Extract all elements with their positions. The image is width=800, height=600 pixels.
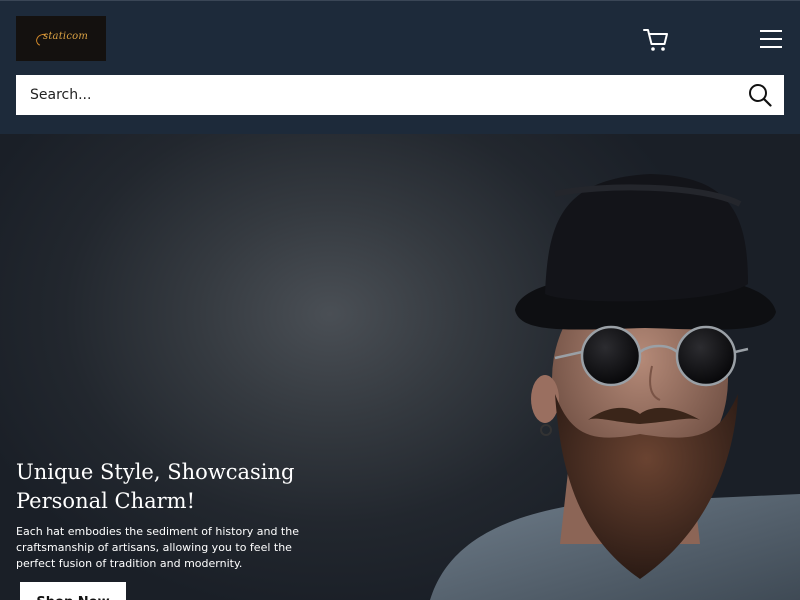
cart-icon [643,29,668,51]
hero-description: Each hat embodies the sediment of histor… [16,525,299,570]
hamburger-menu-icon [760,30,782,48]
search-bar [16,75,784,115]
logo-text: staticom [43,31,89,42]
search-icon [749,84,772,107]
hero-banner: Unique Style, Showcasing Personal Charm!… [0,134,800,600]
menu-button[interactable] [759,29,783,49]
hero-title: Unique Style, Showcasing Personal Charm! [16,460,295,513]
brand-logo[interactable]: staticom [16,16,106,61]
cart-button[interactable] [642,27,670,53]
shop-now-button[interactable]: Shop Now [20,582,126,600]
search-button[interactable] [748,83,772,107]
search-input[interactable] [16,75,736,115]
site-header: staticom [0,0,800,134]
